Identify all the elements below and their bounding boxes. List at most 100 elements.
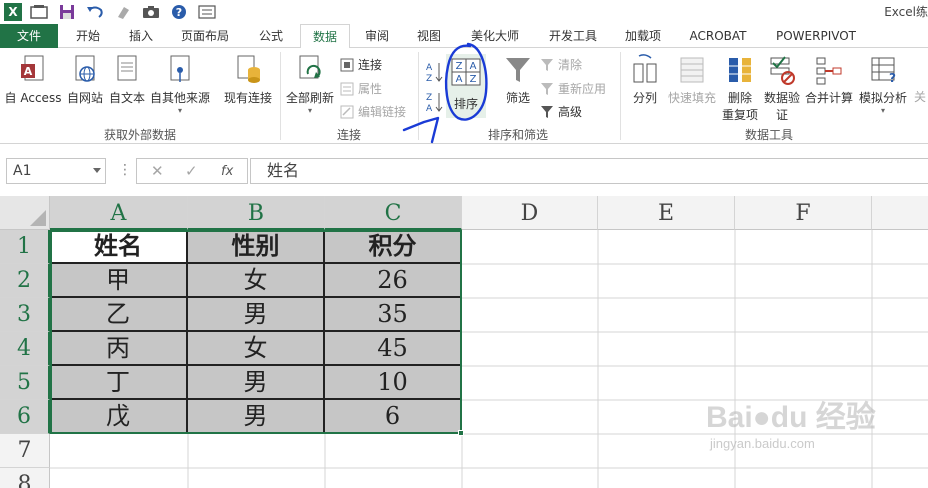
remove-duplicates-icon xyxy=(720,54,760,89)
splitter-dots-icon[interactable]: ⋮ xyxy=(118,162,132,178)
svg-text:A: A xyxy=(426,63,433,73)
svg-text:A: A xyxy=(426,104,433,114)
sort-dialog-icon: ZAAZ xyxy=(446,58,486,89)
toolbar-icon[interactable] xyxy=(28,1,50,23)
filter-button[interactable]: 筛选 xyxy=(498,54,538,106)
ribbon-tabs: 文件 开始 插入 页面布局 公式 数据 审阅 视图 美化大师 开发工具 加载项 … xyxy=(0,24,928,49)
group-label-external-data: 获取外部数据 xyxy=(103,128,176,142)
formula-input[interactable]: 姓名 xyxy=(250,158,928,184)
svg-text:?: ? xyxy=(176,6,182,19)
data-validation-icon xyxy=(762,54,802,89)
sort-ascending-button[interactable]: AZ xyxy=(424,60,444,87)
check-icon[interactable]: ✓ xyxy=(185,162,198,180)
name-box[interactable]: A1 xyxy=(6,158,106,184)
undo-icon[interactable] xyxy=(84,1,106,23)
window-title: Excel练 xyxy=(884,5,928,19)
tab-data[interactable]: 数据 xyxy=(300,24,350,49)
svg-text:Z: Z xyxy=(426,93,432,103)
remove-duplicates-button[interactable]: 删除 重复项 xyxy=(720,54,760,123)
form-icon[interactable] xyxy=(196,1,218,23)
from-access-button[interactable]: A 自 Access xyxy=(4,54,62,106)
quick-access-toolbar: X ? xyxy=(0,0,224,24)
reapply-icon xyxy=(541,82,553,95)
data-validation-button[interactable]: 数据验 证 xyxy=(762,54,802,123)
save-icon[interactable] xyxy=(56,1,78,23)
tab-home[interactable]: 开始 xyxy=(66,24,110,48)
tab-file[interactable]: 文件 xyxy=(0,24,58,48)
ribbon-separator xyxy=(418,52,419,140)
tab-view[interactable]: 视图 xyxy=(406,24,452,48)
text-file-icon xyxy=(106,54,148,89)
svg-text:Z: Z xyxy=(470,74,477,85)
group-label-data-tools: 数据工具 xyxy=(744,128,793,142)
title-bar: X ? Excel练 xyxy=(0,0,928,24)
properties-button[interactable]: 属性 xyxy=(340,80,382,97)
what-if-analysis-button[interactable]: ? 模拟分析 ▾ xyxy=(856,54,910,115)
tab-page-layout[interactable]: 页面布局 xyxy=(172,24,238,48)
tab-addins[interactable]: 加载项 xyxy=(614,24,672,48)
refresh-icon xyxy=(284,54,336,89)
funnel-icon xyxy=(498,54,538,89)
text-to-columns-icon xyxy=(626,54,664,89)
clear-format-icon[interactable] xyxy=(112,1,134,23)
ribbon: A 自 Access 自网站 自文本 自其他来源 ▾ 现有连接 获取外部数据 全… xyxy=(0,48,928,144)
access-icon: A xyxy=(4,54,62,89)
what-if-icon: ? xyxy=(856,54,910,89)
svg-text:Z: Z xyxy=(456,61,463,72)
properties-icon xyxy=(340,82,354,95)
clear-filter-button[interactable]: 清除 xyxy=(540,56,582,73)
tab-review[interactable]: 审阅 xyxy=(354,24,400,48)
sort-za-icon: ZA xyxy=(426,93,443,114)
svg-text:A: A xyxy=(470,61,477,72)
other-sources-icon xyxy=(148,54,212,89)
fx-icon[interactable]: fx xyxy=(221,164,233,179)
from-other-sources-button[interactable]: 自其他来源 ▾ xyxy=(148,54,212,115)
clear-filter-icon xyxy=(541,58,553,71)
fill-handle[interactable] xyxy=(458,430,464,436)
edit-links-icon xyxy=(340,105,354,118)
refresh-all-button[interactable]: 全部刷新 ▾ xyxy=(284,54,336,115)
svg-text:A: A xyxy=(24,65,33,78)
more-tools-button[interactable]: 关 xyxy=(912,88,928,105)
existing-connections-icon xyxy=(222,54,274,89)
text-to-columns-button[interactable]: 分列 xyxy=(626,54,664,106)
advanced-filter-icon xyxy=(541,105,553,118)
sort-button[interactable]: ZAAZ 排序 xyxy=(446,54,486,118)
consolidate-icon xyxy=(802,54,856,89)
tab-acrobat[interactable]: ACROBAT xyxy=(680,24,756,48)
reapply-button[interactable]: 重新应用 xyxy=(540,80,606,97)
sort-descending-button[interactable]: ZA xyxy=(424,90,444,117)
tab-developer[interactable]: 开发工具 xyxy=(538,24,608,48)
camera-icon[interactable] xyxy=(140,1,162,23)
connections-button[interactable]: 连接 xyxy=(340,56,382,73)
svg-text:?: ? xyxy=(889,71,896,85)
globe-icon xyxy=(64,54,106,89)
tab-formulas[interactable]: 公式 xyxy=(248,24,294,48)
from-web-button[interactable]: 自网站 xyxy=(64,54,106,106)
flash-fill-button[interactable]: 快速填充 xyxy=(666,54,718,106)
tab-insert[interactable]: 插入 xyxy=(118,24,164,48)
cancel-icon[interactable]: ✕ xyxy=(151,162,164,180)
from-text-button[interactable]: 自文本 xyxy=(106,54,148,106)
flash-fill-icon xyxy=(666,54,718,89)
consolidate-button[interactable]: 合并计算 xyxy=(802,54,856,106)
formula-buttons: ✕ ✓ fx xyxy=(136,158,248,184)
ribbon-separator xyxy=(280,52,281,140)
group-label-connections: 连接 xyxy=(336,128,361,142)
grid-lines xyxy=(50,230,928,488)
connections-icon xyxy=(340,58,354,71)
edit-links-button[interactable]: 编辑链接 xyxy=(340,103,406,120)
ribbon-separator xyxy=(620,52,621,140)
chevron-down-icon[interactable] xyxy=(93,168,101,173)
advanced-filter-button[interactable]: 高级 xyxy=(540,103,582,120)
tab-powerpivot[interactable]: POWERPIVOT xyxy=(766,24,866,48)
spreadsheet-grid: A B C D E F 1 2 3 4 5 6 7 8 姓名 性别 积分 甲 女… xyxy=(0,196,928,488)
help-icon[interactable]: ? xyxy=(168,1,190,23)
excel-logo-icon: X xyxy=(0,1,22,23)
formula-bar: A1 ⋮ ✕ ✓ fx 姓名 xyxy=(0,144,928,196)
svg-text:Z: Z xyxy=(426,74,432,84)
tab-beautify[interactable]: 美化大师 xyxy=(460,24,530,48)
group-label-sort-filter: 排序和筛选 xyxy=(487,128,548,142)
existing-connections-button[interactable]: 现有连接 xyxy=(222,54,274,106)
svg-text:A: A xyxy=(456,74,463,85)
